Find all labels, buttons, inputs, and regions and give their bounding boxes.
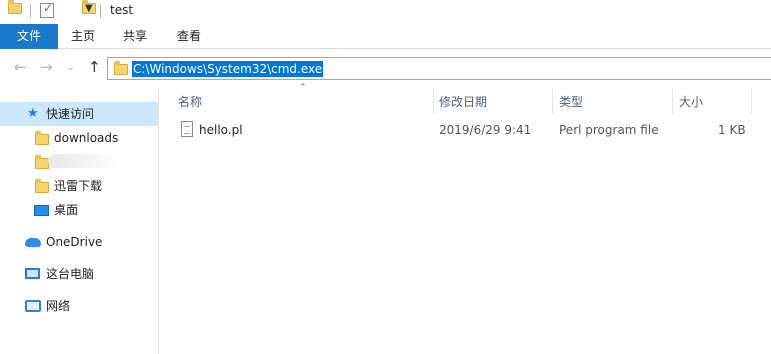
sidebar-item-blurred[interactable]: [0, 150, 158, 174]
column-divider[interactable]: [672, 88, 673, 114]
address-bar[interactable]: C:\Windows\System32\cmd.exe: [107, 57, 771, 80]
window-title: test: [110, 3, 134, 17]
cloud-icon: [25, 238, 41, 247]
sidebar-item-label: OneDrive: [46, 235, 103, 249]
network-icon: [25, 300, 41, 312]
folder-icon: [114, 61, 128, 75]
sidebar-item-label: 桌面: [54, 203, 79, 217]
file-icon: [181, 121, 193, 137]
tab-file[interactable]: 文件: [0, 24, 58, 49]
sidebar-item-quick-access[interactable]: ★ 快速访问: [0, 102, 158, 126]
sidebar-item-downloads[interactable]: downloads: [0, 126, 158, 150]
title-bar: ✓ ▼ test: [0, 0, 771, 24]
redacted-label: [48, 154, 120, 168]
tab-share[interactable]: 共享: [114, 24, 156, 49]
sidebar-item-onedrive[interactable]: OneDrive: [0, 230, 158, 254]
desktop-icon: [34, 205, 49, 216]
column-divider[interactable]: [751, 88, 752, 114]
folder-icon: [35, 179, 49, 193]
sidebar-item-xunlei-downloads[interactable]: 迅雷下载: [0, 174, 158, 198]
column-headers: ⌃ 名称 修改日期 类型 大小: [160, 83, 771, 116]
column-header-modified[interactable]: 修改日期: [439, 93, 487, 110]
column-header-name[interactable]: 名称: [178, 93, 202, 110]
sidebar-item-desktop[interactable]: 桌面: [0, 198, 158, 222]
ribbon-tabs: 文件 主页 共享 查看: [0, 24, 771, 49]
computer-icon: [25, 268, 40, 279]
up-icon[interactable]: ↑: [88, 58, 101, 76]
file-size: 1 KB: [718, 123, 746, 137]
file-row[interactable]: hello.pl 2019/6/29 9:41 Perl program fil…: [160, 119, 771, 141]
column-divider[interactable]: [433, 88, 434, 114]
divider: [30, 4, 31, 18]
folder-icon: [35, 155, 49, 169]
file-modified: 2019/6/29 9:41: [439, 123, 532, 137]
tab-home[interactable]: 主页: [62, 24, 104, 49]
column-divider[interactable]: [552, 88, 553, 114]
column-header-size[interactable]: 大小: [679, 93, 703, 110]
file-name[interactable]: hello.pl: [199, 123, 243, 137]
forward-icon[interactable]: →: [40, 58, 53, 76]
address-input[interactable]: C:\Windows\System32\cmd.exe: [132, 61, 324, 77]
tab-view[interactable]: 查看: [168, 24, 210, 49]
sidebar-item-this-pc[interactable]: 这台电脑: [0, 262, 158, 286]
divider: [100, 4, 101, 18]
sidebar-item-label: 这台电脑: [46, 267, 95, 281]
column-header-type[interactable]: 类型: [559, 93, 583, 110]
properties-icon[interactable]: ✓: [40, 1, 54, 18]
folder-icon: [35, 131, 49, 145]
recent-locations-icon[interactable]: ⌄: [66, 60, 75, 73]
customize-toolbar-icon[interactable]: ▼: [85, 3, 93, 14]
navigation-bar: ← → ⌄ ↑ C:\Windows\System32\cmd.exe: [0, 54, 771, 82]
sort-ascending-icon: ⌃: [299, 83, 307, 93]
sidebar-item-label: downloads: [54, 131, 119, 145]
navigation-pane: ★ 快速访问 downloads 迅雷下载 桌面 OneDrive 这台电脑 网…: [0, 88, 159, 354]
star-icon: ★: [27, 106, 39, 121]
sidebar-item-label: 迅雷下载: [54, 179, 103, 193]
folder-icon[interactable]: [8, 0, 22, 14]
sidebar-item-label: 网络: [46, 299, 71, 313]
sidebar-item-network[interactable]: 网络: [0, 294, 158, 318]
file-type: Perl program file: [559, 123, 659, 137]
sidebar-item-label: 快速访问: [46, 107, 95, 121]
back-icon[interactable]: ←: [14, 58, 27, 76]
